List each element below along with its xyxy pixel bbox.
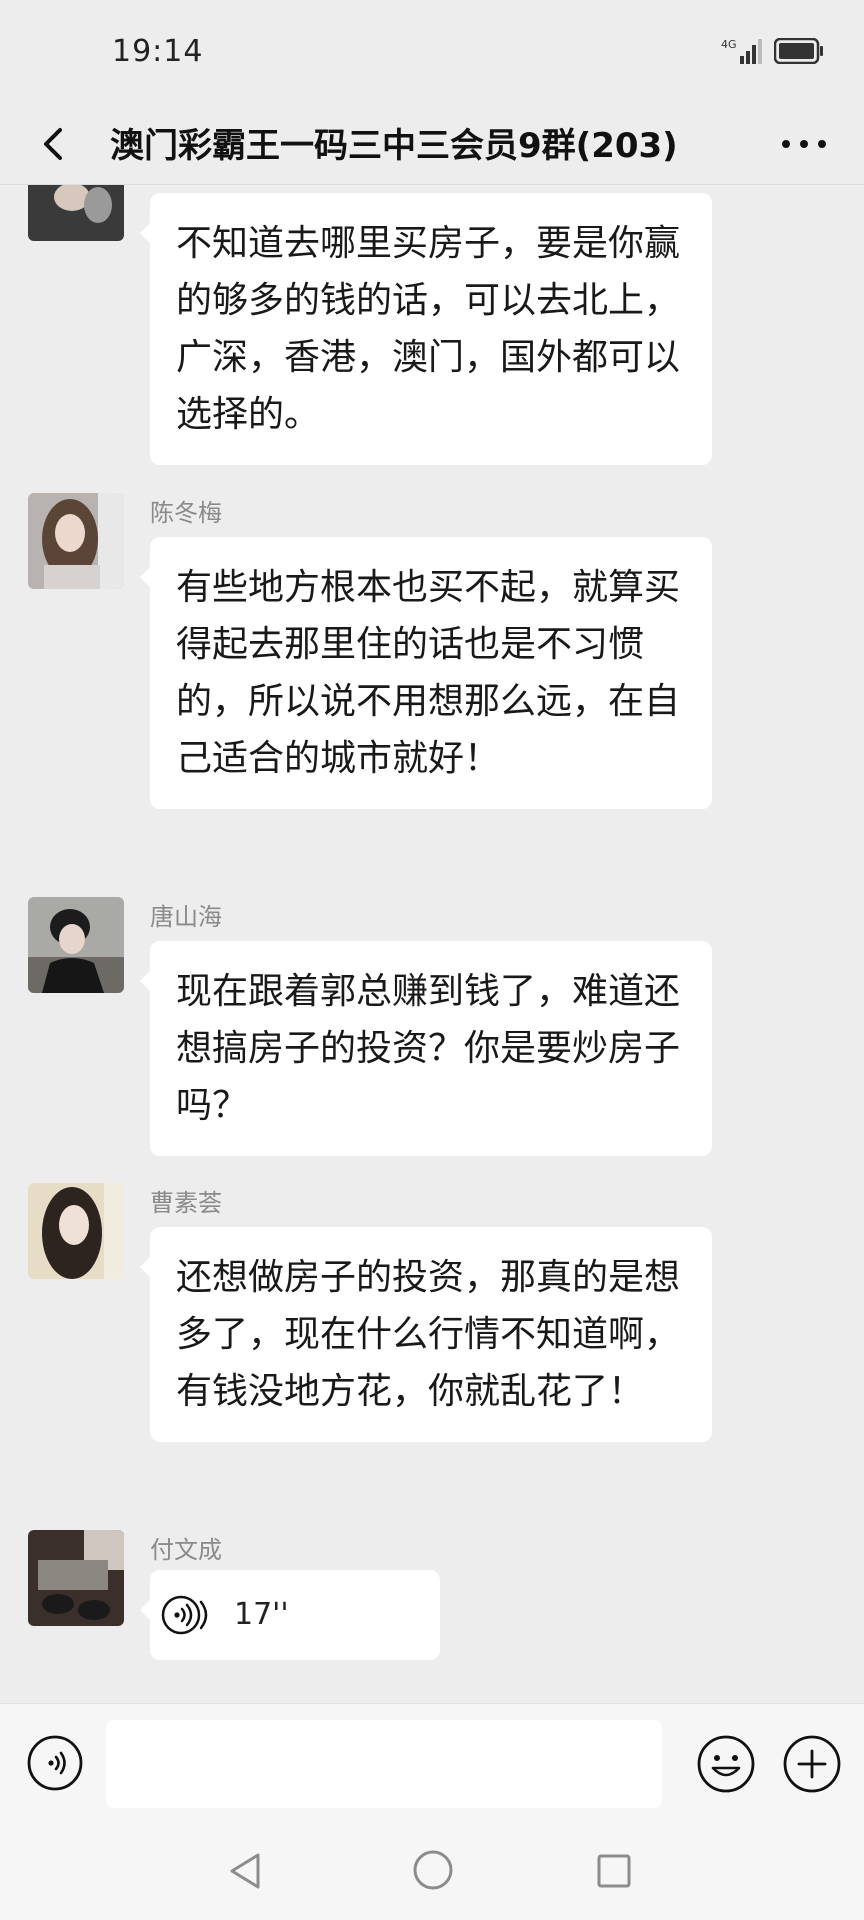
plus-icon[interactable]: [782, 1734, 842, 1794]
sys-recent-icon[interactable]: [594, 1851, 634, 1891]
status-time: 19:14: [112, 34, 204, 69]
sys-home-icon[interactable]: [410, 1847, 456, 1893]
voice-input-icon[interactable]: [26, 1734, 84, 1792]
battery-icon: [774, 38, 823, 64]
message-bubble[interactable]: 还想做房子的投资，那真的是想多了，现在什么行情不知道啊，有钱没地方花，你就乱花了…: [140, 1227, 712, 1442]
avatar[interactable]: [28, 897, 124, 993]
chat-title: 澳门彩霸王一码三中三会员9群(203): [110, 126, 678, 166]
sender-name: 陈冬梅: [150, 499, 222, 527]
chat-area[interactable]: 不知道去哪里买房子，要是你赢的够多的钱的话，可以去北上，广深，香港，澳门，国外都…: [0, 185, 864, 1703]
sys-back-icon[interactable]: [224, 1849, 268, 1893]
sender-name: 唐山海: [150, 903, 222, 931]
network-label: 4G: [721, 38, 737, 51]
message-bubble[interactable]: 不知道去哪里买房子，要是你赢的够多的钱的话，可以去北上，广深，香港，澳门，国外都…: [140, 193, 712, 465]
sender-name: 付文成: [150, 1536, 222, 1564]
sender-name: 曹素荟: [150, 1189, 222, 1217]
message-bubble[interactable]: 现在跟着郭总赚到钱了，难道还想搞房子的投资？你是要炒房子吗？: [140, 941, 712, 1156]
system-nav-bar: [0, 1823, 864, 1920]
signal-icon: 4G: [721, 38, 762, 64]
avatar[interactable]: [28, 1530, 124, 1626]
back-arrow-icon[interactable]: [30, 114, 80, 174]
more-icon[interactable]: [772, 114, 836, 174]
voice-duration: 17'': [234, 1597, 289, 1632]
input-bar: [0, 1703, 864, 1824]
avatar[interactable]: [28, 493, 124, 589]
status-bar: 19:14 4G: [0, 0, 864, 104]
message-input[interactable]: [106, 1720, 662, 1808]
voice-message-bubble[interactable]: 17'': [140, 1570, 440, 1660]
emoji-icon[interactable]: [696, 1734, 756, 1794]
chat-header: 澳门彩霸王一码三中三会员9群(203): [0, 104, 864, 185]
message-bubble[interactable]: 有些地方根本也买不起，就算买得起去那里住的话也是不习惯的，所以说不用想那么远，在…: [140, 537, 712, 809]
avatar[interactable]: [28, 1183, 124, 1279]
avatar[interactable]: [28, 185, 124, 241]
voice-icon: [161, 1595, 208, 1635]
